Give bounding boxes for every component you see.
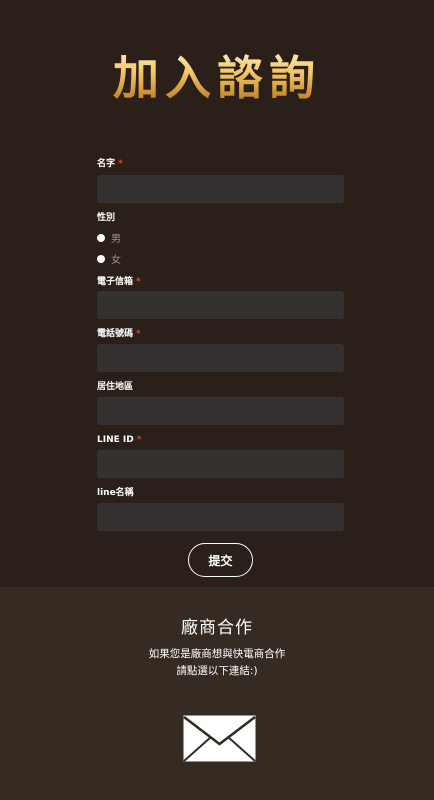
mail-envelope-icon[interactable] [183,715,256,762]
name-input[interactable] [97,175,344,203]
line-name-label: line名稱 [97,488,134,498]
line-id-label: LINE ID * [97,435,142,445]
gender-option-male[interactable]: 男 [97,230,121,245]
line-id-input[interactable] [97,450,344,478]
partner-title: 廠商合作 [181,618,253,638]
area-label: 居住地區 [97,382,134,392]
consult-section: 加入諮詢 名字 * 性別 男 女 電子信箱 * 電話號碼 * 居住地區 LINE… [0,0,434,587]
gender-option-label: 男 [111,234,121,245]
radio-button[interactable] [97,233,105,242]
submit-button[interactable]: 提交 [188,543,253,577]
partner-description-line1: 如果您是廠商想與快電商合作 [148,648,286,660]
email-input[interactable] [97,291,344,319]
required-mark: * [136,277,141,287]
phone-label: 電話號碼 * [97,329,141,339]
required-mark: * [136,329,141,339]
phone-input[interactable] [97,344,344,372]
radio-button[interactable] [97,254,105,263]
gender-option-female[interactable]: 女 [97,251,121,266]
gender-option-label: 女 [111,255,121,266]
required-mark: * [118,159,123,169]
partner-description-line2: 請點選以下連結:) [176,665,258,677]
required-mark: * [136,435,142,445]
page-title: 加入諮詢 [0,48,434,108]
line-name-input[interactable] [97,503,344,531]
name-label: 名字 * [97,159,123,169]
gender-label: 性別 [97,213,116,223]
email-label: 電子信箱 * [97,277,141,287]
partner-section: 廠商合作 如果您是廠商想與快電商合作 請點選以下連結:) [0,587,434,800]
area-input[interactable] [97,397,344,425]
